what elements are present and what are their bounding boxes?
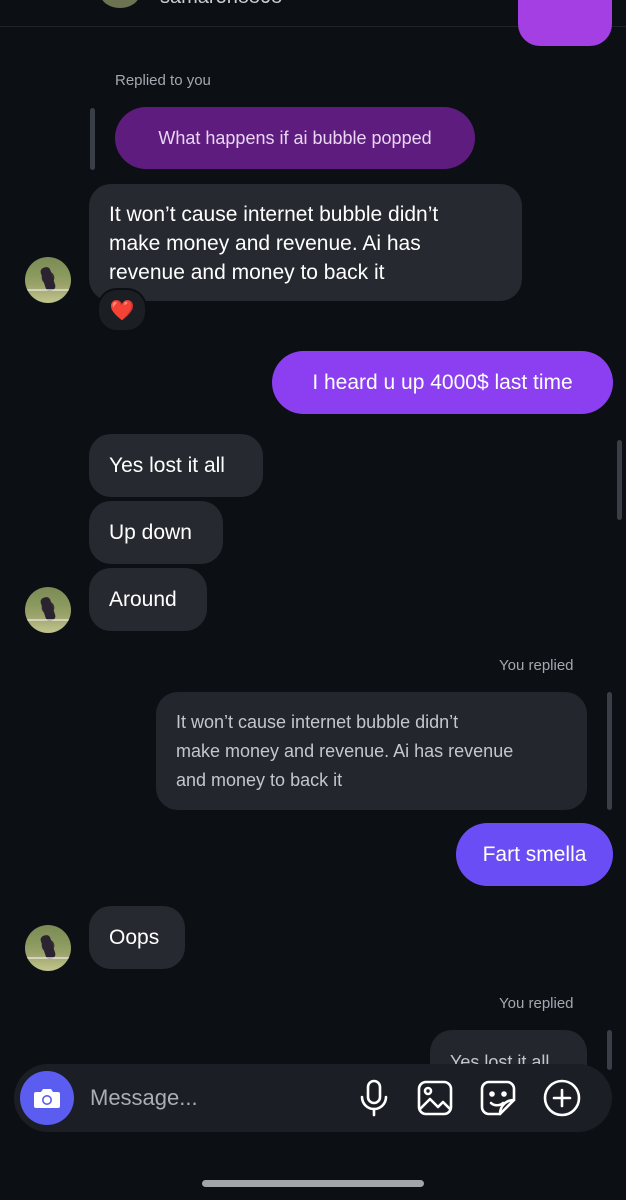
heart-icon: ❤️ [109, 299, 135, 322]
heart-reaction[interactable]: ❤️ [97, 288, 147, 332]
reply-bar [607, 692, 612, 810]
contact-avatar[interactable] [25, 257, 71, 303]
reply-meta-label: You replied [499, 657, 574, 674]
incoming-message-bubble[interactable]: Oops [89, 906, 185, 969]
scrollbar[interactable] [617, 440, 622, 520]
reply-meta-label: You replied [499, 995, 574, 1012]
message-input[interactable]: Message... [90, 1085, 198, 1111]
outgoing-message-bubble[interactable]: Fart smella [456, 823, 613, 886]
reply-meta-label: Replied to you [115, 72, 211, 89]
quoted-message-bubble[interactable]: It won’t cause internet bubble didn’t ma… [156, 692, 587, 810]
incoming-message-bubble[interactable]: Around [89, 568, 207, 631]
sticker-icon [480, 1080, 516, 1116]
image-icon [417, 1080, 453, 1116]
replied-quote-bubble[interactable]: What happens if ai bubble popped [115, 107, 475, 169]
incoming-message-bubble[interactable]: Up down [89, 501, 223, 564]
outgoing-message-bubble-partial[interactable] [518, 0, 612, 46]
contact-avatar[interactable] [25, 587, 71, 633]
microphone-button[interactable] [354, 1078, 394, 1118]
message-text: It won’t cause internet bubble didn’t ma… [109, 203, 439, 284]
home-indicator[interactable] [202, 1180, 424, 1187]
outgoing-message-bubble[interactable]: I heard u up 4000$ last time [272, 351, 613, 414]
header-avatar[interactable] [100, 0, 140, 8]
camera-button[interactable] [20, 1071, 74, 1125]
microphone-icon [360, 1079, 388, 1117]
plus-icon [543, 1079, 581, 1117]
more-button[interactable] [542, 1078, 582, 1118]
incoming-message-bubble[interactable]: It won’t cause internet bubble didn’t ma… [89, 184, 522, 301]
gallery-button[interactable] [415, 1078, 455, 1118]
reply-bar [607, 1030, 612, 1070]
contact-avatar[interactable] [25, 925, 71, 971]
reply-bar [90, 108, 95, 170]
camera-icon [34, 1089, 60, 1108]
header-username[interactable]: samaron8808 [160, 0, 282, 9]
sticker-button[interactable] [478, 1078, 518, 1118]
incoming-message-bubble[interactable]: Yes lost it all [89, 434, 263, 497]
